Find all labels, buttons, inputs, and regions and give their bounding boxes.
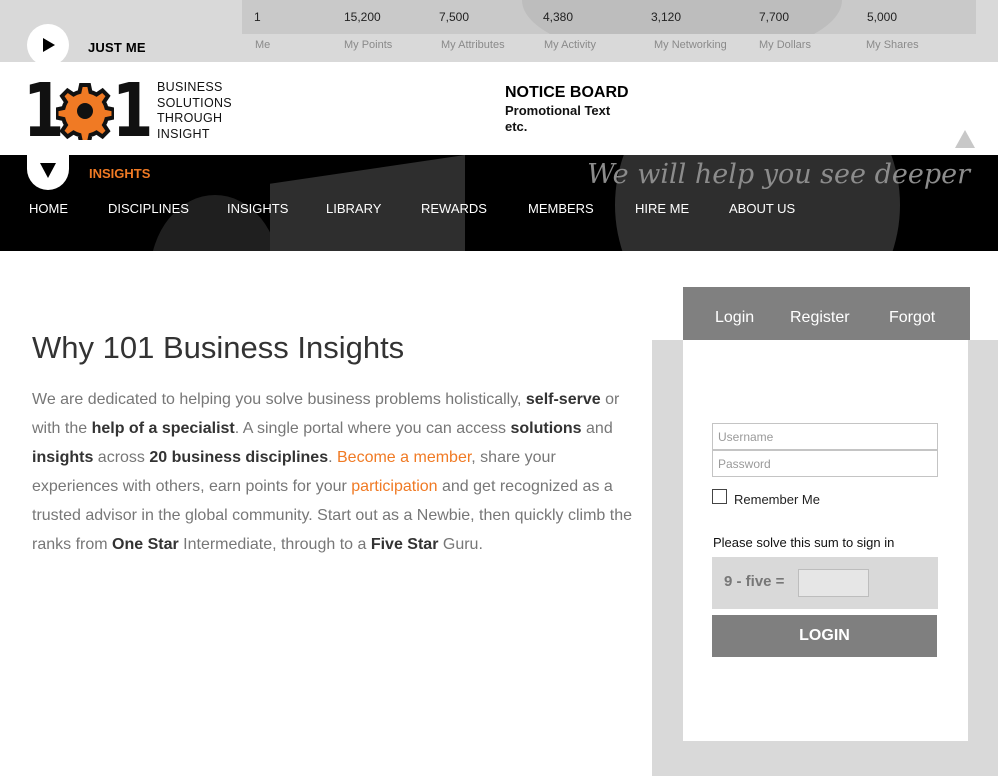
stat-networking-link[interactable]: My Networking [654,39,727,51]
play-button[interactable] [27,24,69,66]
nav-item-about-us[interactable]: ABOUT US [729,201,795,216]
stat-activity-link[interactable]: My Activity [544,39,596,51]
intro-bold: self-serve [525,391,601,408]
stat-networking-value: 3,120 [651,10,682,24]
intro-text: We are dedicated to helping you solve bu… [32,391,526,408]
tab-forgot[interactable]: Forgot [889,309,935,327]
remember-me-checkbox[interactable] [712,489,727,504]
intro-text: Intermediate, through to a [178,536,371,553]
stat-activity-value: 4,380 [543,10,574,24]
collapse-up-icon[interactable] [955,130,975,148]
login-tabs: Login Register Forgot [683,287,970,340]
stats-strip: 1 15,200 7,500 4,380 3,120 7,700 5,000 [242,0,976,34]
intro-text: and [581,420,613,437]
page-title: Why 101 Business Insights [32,330,405,365]
main-nav: INSIGHTS We will help you see deeper HOM… [0,155,998,251]
captcha-box: 9 - five = [712,557,938,609]
tagline-line: THROUGH [157,111,223,125]
intro-bold: Five Star [370,536,439,553]
intro-bold: One Star [112,536,179,553]
tab-login[interactable]: Login [715,309,754,327]
captcha-answer-input[interactable] [798,569,869,597]
stat-attributes-link[interactable]: My Attributes [441,39,505,51]
stat-me-link[interactable]: Me [255,39,270,51]
notice-board-title: NOTICE BOARD [505,84,629,101]
nav-item-hire-me[interactable]: HIRE ME [635,201,689,216]
site-slogan: We will help you see deeper [587,159,970,190]
stat-attributes-value: 7,500 [439,10,470,24]
password-input[interactable] [712,450,938,477]
username-input[interactable] [712,423,938,450]
top-bar: JUST ME 1 15,200 7,500 4,380 3,120 7,700… [0,0,998,66]
remember-me-label[interactable]: Remember Me [734,492,820,507]
stat-points-link[interactable]: My Points [344,39,392,51]
login-form: Remember Me Please solve this sum to sig… [683,340,968,741]
intro-text: . [328,449,337,466]
nav-item-home[interactable]: HOME [29,201,68,216]
nav-item-members[interactable]: MEMBERS [528,201,594,216]
stat-dollars-link[interactable]: My Dollars [759,39,811,51]
captcha-hint: Please solve this sum to sign in [713,535,895,550]
become-member-link[interactable]: Become a member [337,449,471,466]
tagline-line: SOLUTIONS [157,95,232,110]
participation-link[interactable]: participation [351,478,437,495]
stat-dollars-value: 7,700 [759,10,790,24]
stat-shares-link[interactable]: My Shares [866,39,919,51]
intro-paragraph: We are dedicated to helping you solve bu… [32,385,632,559]
intro-text: . A single portal where you can access [234,420,511,437]
play-icon [43,38,55,52]
intro-bold: insights [32,449,94,466]
notice-board-text: Promotional Text etc. [505,103,611,134]
stat-shares-value: 5,000 [867,10,898,24]
intro-bold: help of a specialist [91,420,235,437]
stat-points-value: 15,200 [344,10,381,24]
intro-bold: solutions [510,420,582,437]
logo-digit-right: 1 [112,68,154,154]
logo-tagline: BUSINESS SOLUTIONS THROUGH INSIGHT [157,80,232,142]
site-header: 1 1 BUSINESS SOLUTIONS THROUGH INSIGHT N… [0,62,998,155]
expand-down-button[interactable] [27,155,69,190]
chevron-down-icon [40,163,56,178]
just-me-label: JUST ME [88,40,146,55]
gear-icon [56,83,114,140]
tagline-line: BUSINESS [157,80,223,94]
intro-text: across [93,449,150,466]
intro-text: Guru. [438,536,483,553]
captcha-question: 9 - five = [724,573,785,590]
current-section-label: INSIGHTS [89,166,151,181]
nav-item-rewards[interactable]: REWARDS [421,201,487,216]
stat-me-value: 1 [254,10,261,24]
nav-item-library[interactable]: LIBRARY [326,201,381,216]
tagline-line: INSIGHT [157,126,210,141]
tab-register[interactable]: Register [790,309,850,327]
nav-item-insights[interactable]: INSIGHTS [227,201,288,216]
login-button[interactable]: LOGIN [712,615,937,657]
intro-bold: 20 business disciplines [149,449,329,466]
nav-item-disciplines[interactable]: DISCIPLINES [108,201,189,216]
